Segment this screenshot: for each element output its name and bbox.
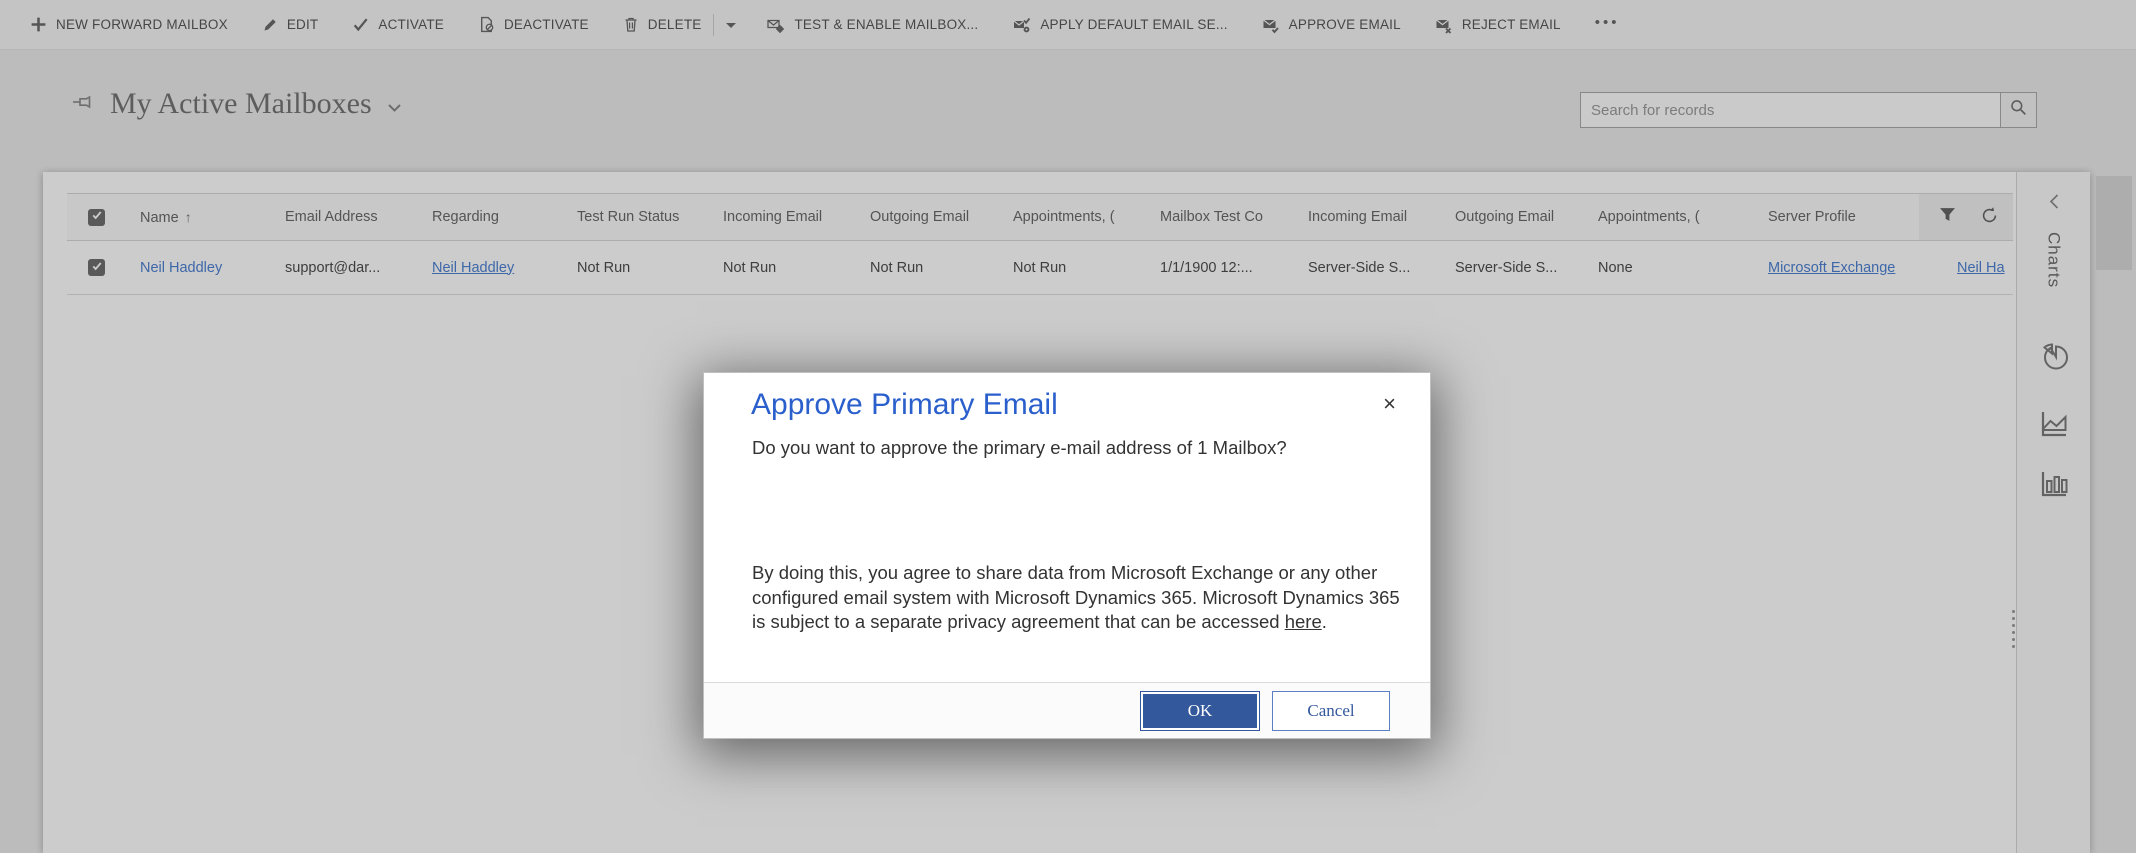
privacy-agreement-link[interactable]: here	[1285, 611, 1322, 632]
dialog-footer: OK Cancel	[704, 682, 1430, 738]
close-icon[interactable]: ×	[1383, 393, 1396, 415]
dialog-body-text: By doing this, you agree to share data f…	[752, 562, 1400, 632]
approve-primary-email-dialog: Approve Primary Email × Do you want to a…	[703, 372, 1431, 739]
dialog-message: Do you want to approve the primary e-mai…	[752, 437, 1287, 458]
dialog-title: Approve Primary Email	[751, 388, 1058, 421]
ok-button[interactable]: OK	[1140, 690, 1260, 731]
cancel-button[interactable]: Cancel	[1272, 690, 1390, 731]
